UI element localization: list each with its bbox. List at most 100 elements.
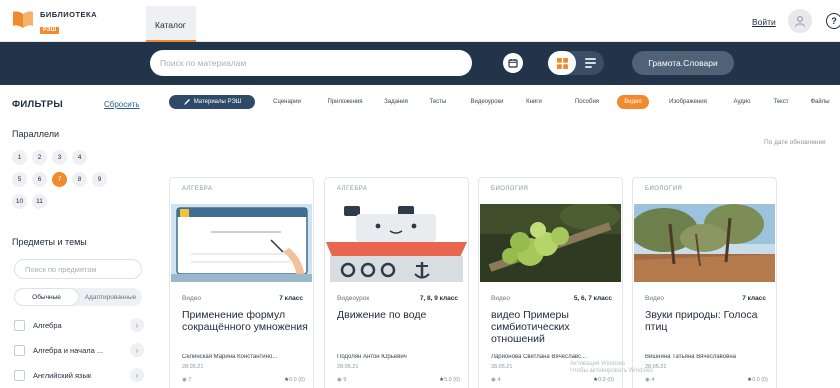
chip-images[interactable]: Изображения	[659, 95, 717, 109]
card-date: 28.05.21	[182, 364, 204, 370]
material-card[interactable]: БИОЛОГИЯ Видео 7 класс Звуки природы: Го…	[632, 177, 777, 388]
chip-video[interactable]: Видео	[617, 95, 649, 109]
views-count: 7	[188, 377, 192, 383]
card-date: 28.05.21	[491, 364, 513, 370]
card-subject: БИОЛОГИЯ	[645, 186, 683, 192]
chip-scenarios[interactable]: Сценарии	[265, 95, 309, 109]
grade-3[interactable]: 3	[52, 150, 67, 165]
chip-books[interactable]: Книги	[521, 95, 547, 109]
grade-10[interactable]: 10	[12, 194, 27, 209]
grid-view-button[interactable]	[548, 51, 576, 75]
subject-item[interactable]: Английский язык ›	[14, 368, 144, 384]
chevron-right-icon[interactable]: ›	[130, 368, 144, 382]
reset-filters-link[interactable]: Сбросить	[104, 100, 140, 109]
subject-item[interactable]: Алгебра ›	[14, 318, 144, 334]
grade-11[interactable]: 11	[32, 194, 47, 209]
lichen-photo	[480, 204, 621, 282]
chip-tests[interactable]: Тесты	[421, 95, 455, 109]
chip-text[interactable]: Текст	[767, 95, 795, 109]
subject-checkbox[interactable]	[14, 320, 25, 331]
grade-7[interactable]: 7	[52, 172, 67, 187]
card-thumbnail[interactable]	[326, 204, 467, 282]
subject-name: Алгебра и начала ...	[33, 346, 104, 355]
card-type: Видео	[645, 295, 664, 302]
grade-8[interactable]: 8	[72, 172, 87, 187]
forest-photo	[634, 204, 775, 282]
card-grade: 5, 6, 7 класс	[573, 295, 612, 302]
grade-9[interactable]: 9	[92, 172, 107, 187]
whiteboard-illustration	[171, 204, 312, 282]
subjects-search-input[interactable]	[14, 259, 142, 279]
seg-adapted[interactable]: Адаптированные	[79, 288, 142, 306]
chevron-right-icon[interactable]: ›	[130, 318, 144, 332]
material-card[interactable]: БИОЛОГИЯ Видео 5, 6, 7 класс видео Приме…	[478, 177, 623, 388]
card-views: ◉ 7	[182, 377, 191, 383]
logo-title: БИБЛИОТЕКА	[40, 10, 98, 19]
sort-select[interactable]: По дате обновления	[764, 139, 826, 146]
program-type-switch: Обычные Адаптированные	[14, 288, 142, 306]
chip-resh-materials[interactable]: Материалы РЭШ	[169, 95, 255, 109]
chip-audio[interactable]: Аудио	[727, 95, 757, 109]
logo-text[interactable]: БИБЛИОТЕКА РЭШ	[40, 11, 97, 35]
search-bar: Грамота.Словари	[0, 42, 840, 85]
card-thumbnail[interactable]	[171, 204, 312, 282]
views-count: 4	[497, 377, 501, 383]
chip-video-lessons[interactable]: Видеоуроки	[461, 95, 513, 109]
logo-badge: РЭШ	[40, 26, 60, 34]
card-subject: АЛГЕБРА	[182, 186, 213, 192]
chevron-right-icon[interactable]: ›	[130, 343, 144, 357]
card-views: ◉ 4	[491, 377, 500, 383]
grade-6[interactable]: 6	[32, 172, 47, 187]
grade-4[interactable]: 4	[72, 150, 87, 165]
card-rating: ★0.0 (0)	[593, 377, 614, 383]
ship-illustration	[326, 204, 467, 282]
windows-activation-watermark: Активация Windows Чтобы активировать Win…	[570, 361, 653, 375]
card-rating: ★0.0 (0)	[284, 377, 305, 383]
top-header: БИБЛИОТЕКА РЭШ Каталог Войти ?	[0, 0, 840, 42]
card-type: Видеоурок	[337, 295, 370, 302]
grade-2[interactable]: 2	[32, 150, 47, 165]
chip-files[interactable]: Файлы	[803, 95, 837, 109]
chip-manuals[interactable]: Пособия	[567, 95, 607, 109]
card-title[interactable]: Звуки природы: Голоса птиц	[645, 309, 771, 333]
card-grade: 7, 8, 9 класс	[419, 295, 458, 302]
card-title[interactable]: Движение по воде	[337, 309, 463, 321]
tab-catalog[interactable]: Каталог	[146, 6, 196, 42]
subject-checkbox[interactable]	[14, 370, 25, 381]
chip-tasks[interactable]: Задания	[377, 95, 415, 109]
material-card[interactable]: АЛГЕБРА Видеоурок 7, 8, 9 класс Движение…	[324, 177, 469, 388]
watermark-line2: Чтобы активировать Windows	[570, 368, 653, 374]
card-title[interactable]: Применение формул сокращённого умножения	[182, 309, 308, 333]
login-link[interactable]: Войти	[752, 17, 776, 27]
filters-title: ФИЛЬТРЫ	[12, 99, 64, 110]
gramota-dictionaries-button[interactable]: Грамота.Словари	[632, 51, 734, 75]
grade-1[interactable]: 1	[12, 150, 27, 165]
list-view-button[interactable]	[576, 51, 604, 75]
card-author: Вишнина Татьяна Вячеславовна	[645, 354, 736, 360]
seg-regular[interactable]: Обычные	[14, 288, 79, 306]
subject-name: Английский язык	[33, 371, 92, 380]
card-grade: 7 класс	[742, 295, 766, 302]
grade-5[interactable]: 5	[12, 172, 27, 187]
calendar-icon	[508, 59, 518, 68]
search-input[interactable]	[150, 50, 472, 76]
grades-label: Параллели	[12, 129, 59, 139]
card-author: Селинская Марина Константино...	[182, 354, 278, 360]
view-toggle	[548, 51, 604, 75]
rating-value: 0.0 (0)	[598, 377, 614, 383]
chip-applications[interactable]: Приложения	[319, 95, 371, 109]
card-date: 28.05.21	[337, 364, 359, 370]
card-views: ◉ 4	[645, 377, 654, 383]
book-logo-icon[interactable]	[12, 9, 34, 29]
calendar-button[interactable]	[503, 53, 523, 73]
user-avatar[interactable]	[788, 9, 812, 33]
subject-item[interactable]: Алгебра и начала ... ›	[14, 343, 144, 359]
card-author: Ларионова Светлана Вячеславс...	[491, 354, 587, 360]
card-title[interactable]: видео Примеры симбиотических отношений	[491, 309, 617, 345]
material-card[interactable]: АЛГЕБРА Видео 7 класс Применение формул …	[169, 177, 314, 388]
subject-checkbox[interactable]	[14, 345, 25, 356]
help-icon[interactable]: ?	[826, 13, 840, 29]
card-subject: БИОЛОГИЯ	[491, 186, 529, 192]
card-thumbnail[interactable]	[634, 204, 775, 282]
card-thumbnail[interactable]	[480, 204, 621, 282]
